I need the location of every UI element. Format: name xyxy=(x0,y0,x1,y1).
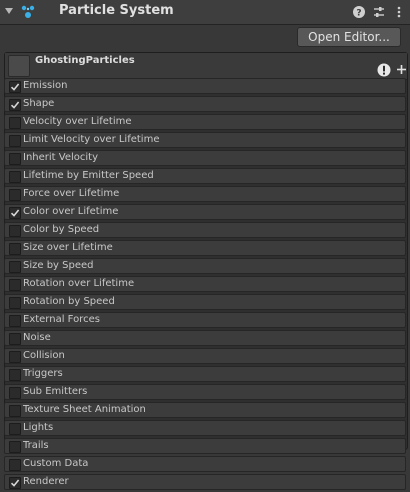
module-row-texture-sheet-animation[interactable]: Texture Sheet Animation xyxy=(4,402,406,418)
module-checkbox[interactable] xyxy=(9,315,21,327)
module-label: Lifetime by Emitter Speed xyxy=(23,170,154,181)
module-checkbox[interactable] xyxy=(9,369,21,381)
module-checkbox[interactable] xyxy=(9,459,21,471)
component-title: Particle System xyxy=(59,3,174,18)
module-label: Sub Emitters xyxy=(23,386,88,397)
module-row-lifetime-by-emitter-speed[interactable]: Lifetime by Emitter Speed xyxy=(4,168,406,184)
module-row-noise[interactable]: Noise xyxy=(4,330,406,346)
module-label: Trails xyxy=(23,440,49,451)
module-label: Rotation over Lifetime xyxy=(23,278,135,289)
module-checkbox[interactable] xyxy=(9,405,21,417)
open-editor-button[interactable]: Open Editor... xyxy=(297,27,401,47)
module-row-shape[interactable]: Shape xyxy=(4,96,406,112)
module-checkbox[interactable] xyxy=(9,387,21,399)
module-row-custom-data[interactable]: Custom Data xyxy=(4,456,406,472)
module-row-rotation-over-lifetime[interactable]: Rotation over Lifetime xyxy=(4,276,406,292)
module-row-limit-velocity-over-lifetime[interactable]: Limit Velocity over Lifetime xyxy=(4,132,406,148)
module-row-sub-emitters[interactable]: Sub Emitters xyxy=(4,384,406,400)
module-checkbox[interactable] xyxy=(9,207,21,219)
component-header: Particle System ? xyxy=(0,0,410,25)
module-checkbox[interactable] xyxy=(9,297,21,309)
module-checkbox[interactable] xyxy=(9,135,21,147)
module-label: External Forces xyxy=(23,314,100,325)
checkmark-icon xyxy=(10,209,20,217)
module-row-velocity-over-lifetime[interactable]: Velocity over Lifetime xyxy=(4,114,406,130)
module-checkbox[interactable] xyxy=(9,333,21,345)
module-label: Velocity over Lifetime xyxy=(23,116,132,127)
kebab-menu-icon[interactable] xyxy=(392,5,406,19)
svg-text:?: ? xyxy=(356,9,361,19)
module-label: Lights xyxy=(23,422,54,433)
module-checkbox[interactable] xyxy=(9,423,21,435)
module-checkbox[interactable] xyxy=(9,81,21,93)
module-label: Rotation by Speed xyxy=(23,296,115,307)
module-label: Renderer xyxy=(23,476,69,487)
plus-icon[interactable] xyxy=(397,65,406,74)
help-icon[interactable]: ? xyxy=(352,5,366,19)
module-row-lights[interactable]: Lights xyxy=(4,420,406,436)
module-row-collision[interactable]: Collision xyxy=(4,348,406,364)
module-label: Limit Velocity over Lifetime xyxy=(23,134,160,145)
module-row-trails[interactable]: Trails xyxy=(4,438,406,454)
module-checkbox[interactable] xyxy=(9,117,21,129)
module-label: Texture Sheet Animation xyxy=(23,404,146,415)
module-label: Collision xyxy=(23,350,65,361)
warning-icon[interactable] xyxy=(377,63,391,77)
module-checkbox[interactable] xyxy=(9,261,21,273)
module-list: Emission Shape Velocity over Lifetime Limit… xyxy=(4,78,406,492)
effect-name: GhostingParticles xyxy=(35,55,135,66)
module-checkbox[interactable] xyxy=(9,279,21,291)
effect-thumbnail xyxy=(8,55,30,77)
module-label: Custom Data xyxy=(23,458,89,469)
module-row-external-forces[interactable]: External Forces xyxy=(4,312,406,328)
module-checkbox[interactable] xyxy=(9,477,21,489)
module-label: Shape xyxy=(23,98,55,109)
module-label: Emission xyxy=(23,80,68,91)
module-label: Color by Speed xyxy=(23,224,100,235)
module-label: Size by Speed xyxy=(23,260,94,271)
preset-icon[interactable] xyxy=(372,5,386,19)
module-row-renderer[interactable]: Renderer xyxy=(4,474,406,490)
module-row-inherit-velocity[interactable]: Inherit Velocity xyxy=(4,150,406,166)
module-row-color-over-lifetime[interactable]: Color over Lifetime xyxy=(4,204,406,220)
module-row-emission[interactable]: Emission xyxy=(4,78,406,94)
module-checkbox[interactable] xyxy=(9,171,21,183)
module-label: Size over Lifetime xyxy=(23,242,113,253)
module-checkbox[interactable] xyxy=(9,441,21,453)
module-checkbox[interactable] xyxy=(9,351,21,363)
checkmark-icon xyxy=(10,101,20,109)
module-checkbox[interactable] xyxy=(9,99,21,111)
module-row-rotation-by-speed[interactable]: Rotation by Speed xyxy=(4,294,406,310)
module-label: Force over Lifetime xyxy=(23,188,120,199)
particle-system-icon xyxy=(21,5,35,18)
module-row-size-by-speed[interactable]: Size by Speed xyxy=(4,258,406,274)
module-checkbox[interactable] xyxy=(9,225,21,237)
module-checkbox[interactable] xyxy=(9,189,21,201)
checkmark-icon xyxy=(10,479,20,487)
module-row-force-over-lifetime[interactable]: Force over Lifetime xyxy=(4,186,406,202)
module-checkbox[interactable] xyxy=(9,243,21,255)
effect-header[interactable]: GhostingParticles xyxy=(5,53,407,80)
module-label: Noise xyxy=(23,332,51,343)
module-row-triggers[interactable]: Triggers xyxy=(4,366,406,382)
module-row-color-by-speed[interactable]: Color by Speed xyxy=(4,222,406,238)
module-checkbox[interactable] xyxy=(9,153,21,165)
module-row-size-over-lifetime[interactable]: Size over Lifetime xyxy=(4,240,406,256)
module-label: Color over Lifetime xyxy=(23,206,119,217)
module-label: Triggers xyxy=(23,368,63,379)
module-label: Inherit Velocity xyxy=(23,152,98,163)
checkmark-icon xyxy=(10,83,20,91)
foldout-arrow-icon[interactable] xyxy=(4,6,14,16)
